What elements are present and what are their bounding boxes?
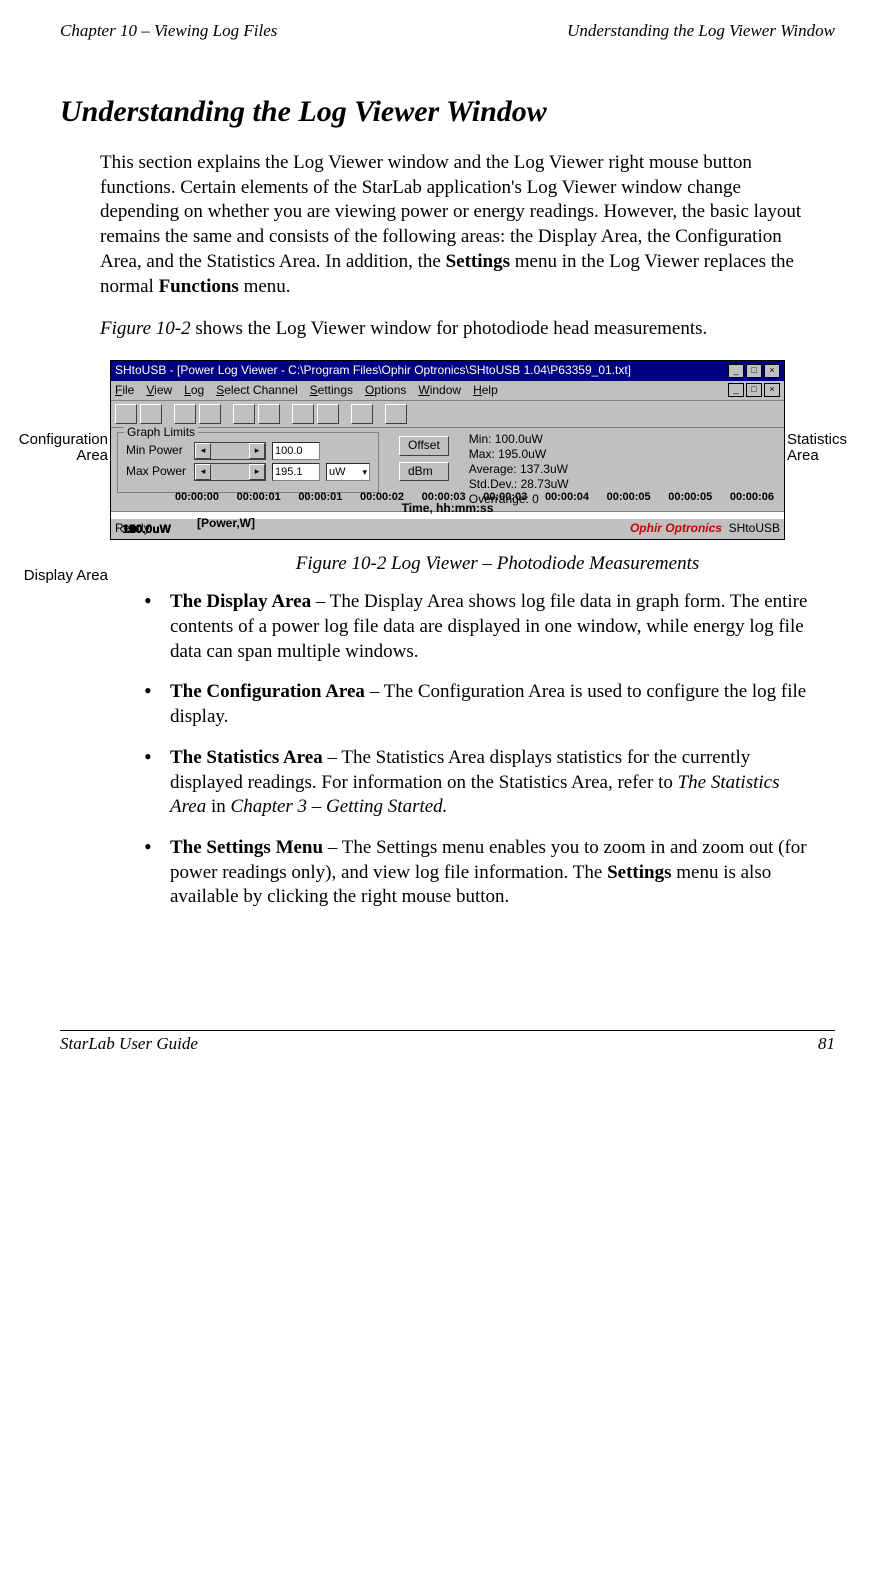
annotation-display: Display Area — [24, 568, 108, 585]
toolbar-paste-icon[interactable] — [199, 404, 221, 424]
bullet-bold: Settings — [607, 862, 671, 883]
min-power-label: Min Power — [126, 443, 188, 459]
lead-rest: shows the Log Viewer window for photodio… — [191, 318, 708, 339]
status-brand: Ophir Optronics — [630, 521, 722, 535]
list-item: The Configuration Area – The Configurati… — [140, 680, 815, 729]
figure-10-2: Configuration Area Display Area SHtoUSB … — [15, 360, 880, 540]
menu-window[interactable]: Window — [418, 383, 461, 399]
child-close-icon[interactable]: × — [764, 383, 780, 397]
app-window: SHtoUSB - [Power Log Viewer - C:\Program… — [110, 360, 785, 540]
bullet-title: The Configuration Area — [170, 681, 365, 702]
menu-options[interactable]: Options — [365, 383, 406, 399]
toolbar-open-icon[interactable] — [115, 404, 137, 424]
x-axis-title: Time, hh:mm:ss — [117, 501, 778, 517]
stat-avg: Average: 137.3uW — [469, 462, 569, 477]
page-header: Chapter 10 – Viewing Log Files Understan… — [60, 20, 835, 42]
menu-select-channel[interactable]: Select Channel — [216, 383, 297, 399]
max-power-scroll[interactable]: ◂▸ — [194, 463, 266, 481]
menu-log[interactable]: Log — [184, 383, 204, 399]
header-right: Understanding the Log Viewer Window — [567, 20, 835, 42]
toolbar-print-icon[interactable] — [351, 404, 373, 424]
max-power-value[interactable]: 195.1 — [272, 463, 320, 481]
bullet-title: The Settings Menu — [170, 837, 323, 858]
toolbar-save-icon[interactable] — [140, 404, 162, 424]
minimize-icon[interactable]: _ — [728, 364, 744, 378]
offset-button[interactable]: Offset — [399, 436, 449, 456]
figure-ref: Figure 10-2 — [100, 318, 191, 339]
list-item: The Statistics Area – The Statistics Are… — [140, 746, 815, 820]
window-buttons: _ □ × — [728, 364, 780, 378]
graph-limits-group: Graph Limits Min Power ◂▸ 100.0 Max Powe… — [117, 432, 379, 493]
intro-post: menu. — [239, 276, 291, 297]
toolbar-copy-icon[interactable] — [174, 404, 196, 424]
menubar: File View Log Select Channel Settings Op… — [111, 381, 784, 402]
toolbar-config-icon[interactable] — [292, 404, 314, 424]
group-title: Graph Limits — [124, 425, 198, 441]
section-title: Understanding the Log Viewer Window — [60, 92, 835, 131]
close-icon[interactable]: × — [764, 364, 780, 378]
bullet-title: The Statistics Area — [170, 747, 323, 768]
lead-line: Figure 10-2 shows the Log Viewer window … — [100, 317, 815, 342]
menu-help[interactable]: Help — [473, 383, 498, 399]
maximize-icon[interactable]: □ — [746, 364, 762, 378]
unit-select[interactable]: uW — [326, 463, 370, 481]
intro-bold2: Functions — [159, 276, 239, 297]
dbm-button[interactable]: dBm — [399, 462, 449, 482]
toolbar-export-icon[interactable] — [317, 404, 339, 424]
min-power-value[interactable]: 100.0 — [272, 442, 320, 460]
bullet-title: The Display Area — [170, 591, 311, 612]
stat-max: Max: 195.0uW — [469, 447, 569, 462]
page-footer: StarLab User Guide 81 — [60, 1030, 835, 1055]
display-area: [Power,W] 190.0uW180.0uW170.0uW160.0uW15… — [111, 512, 784, 518]
intro-paragraph: This section explains the Log Viewer win… — [100, 151, 815, 299]
toolbar-help-icon[interactable] — [385, 404, 407, 424]
list-item: The Settings Menu – The Settings menu en… — [140, 836, 815, 910]
menu-settings[interactable]: Settings — [310, 383, 353, 399]
max-power-label: Max Power — [126, 464, 188, 480]
titlebar-text: SHtoUSB - [Power Log Viewer - C:\Program… — [115, 363, 631, 379]
footer-right: 81 — [818, 1033, 835, 1055]
footer-left: StarLab User Guide — [60, 1033, 198, 1055]
annotation-stats: Statistics Area — [787, 432, 880, 465]
list-item: The Display Area – The Display Area show… — [140, 590, 815, 664]
bullet-ital2: Chapter 3 – Getting Started. — [231, 796, 448, 817]
min-power-scroll[interactable]: ◂▸ — [194, 442, 266, 460]
bullet-mid: in — [206, 796, 230, 817]
figure-caption: Figure 10-2 Log Viewer – Photodiode Meas… — [160, 552, 835, 577]
toolbar-record-icon[interactable] — [233, 404, 255, 424]
titlebar: SHtoUSB - [Power Log Viewer - C:\Program… — [111, 361, 784, 381]
toolbar-stop-icon[interactable] — [258, 404, 280, 424]
child-minimize-icon[interactable]: _ — [728, 383, 744, 397]
feature-list: The Display Area – The Display Area show… — [140, 590, 815, 910]
toolbar — [111, 401, 784, 428]
menu-view[interactable]: View — [146, 383, 172, 399]
intro-bold1: Settings — [446, 251, 510, 272]
menu-file[interactable]: File — [115, 383, 134, 399]
annotation-config: Configuration Area — [15, 432, 108, 465]
child-maximize-icon[interactable]: □ — [746, 383, 762, 397]
stat-min: Min: 100.0uW — [469, 432, 569, 447]
header-left: Chapter 10 – Viewing Log Files — [60, 20, 277, 42]
status-right: SHtoUSB — [729, 521, 780, 535]
